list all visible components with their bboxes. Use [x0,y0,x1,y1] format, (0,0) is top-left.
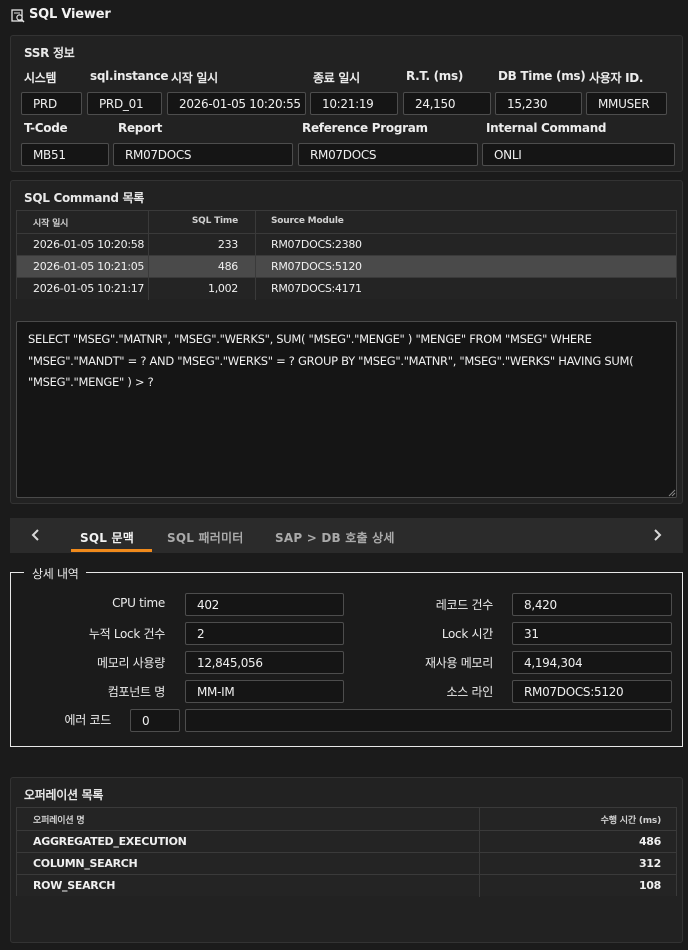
label-lock-count: 누적 Lock 건수 [88,627,165,641]
sql-text-area[interactable]: SELECT "MSEG"."MATNR", "MSEG"."WERKS", S… [16,321,677,498]
field-tcode[interactable]: MB51 [21,143,109,166]
field-reuse-memory[interactable]: 4,194,304 [512,651,672,674]
column-header-source-module[interactable]: Source Module [271,216,344,226]
field-system[interactable]: PRD [21,92,82,115]
label-end-time: 종료 일시 [313,71,360,85]
cell-operation-name: COLUMN_SEARCH [33,857,138,870]
title-bar: SQL Viewer [0,0,688,34]
field-error-message[interactable] [185,709,672,732]
label-db-time: DB Time (ms) [498,69,586,83]
field-lock-time[interactable]: 31 [512,622,672,645]
tab-sap-db-call-detail[interactable]: SAP > DB 호출 상세 [275,529,395,546]
label-source-line: 소스 라인 [446,685,494,699]
field-source-line[interactable]: RM07DOCS:5120 [512,680,672,703]
label-error-code: 에러 코드 [64,713,112,727]
cell-start-time: 2026-01-05 10:21:17 [33,282,145,295]
label-lock-time: Lock 시간 [441,627,493,641]
cell-operation-name: AGGREGATED_EXECUTION [33,835,187,848]
table-row[interactable]: 2026-01-05 10:21:17 1,002 RM07DOCS:4171 [17,277,676,300]
label-memory-usage: 메모리 사용량 [97,656,165,670]
label-record-count: 레코드 건수 [435,598,494,612]
column-header-elapsed-time[interactable]: 수행 시간 (ms) [479,813,662,826]
label-component-name: 컴포넌트 명 [107,685,166,699]
operations-title: 오퍼레이션 목록 [24,788,104,802]
field-error-code[interactable]: 0 [130,709,180,732]
field-lock-count[interactable]: 2 [185,622,344,645]
tab-bar: SQL 문맥 SQL 패러미터 SAP > DB 호출 상세 [10,518,683,553]
label-system: 시스템 [24,71,57,85]
tab-sql-parameter[interactable]: SQL 패러미터 [167,529,243,546]
field-sql-instance[interactable]: PRD_01 [87,92,162,115]
table-row[interactable]: COLUMN_SEARCH 312 [17,852,676,875]
table-row[interactable]: AGGREGATED_EXECUTION 486 [17,830,676,853]
table-row[interactable]: ROW_SEARCH 108 [17,874,676,897]
label-reference-program: Reference Program [302,121,428,135]
field-memory-usage[interactable]: 12,845,056 [185,651,344,674]
cell-operation-name: ROW_SEARCH [33,879,116,892]
chevron-left-icon[interactable] [31,528,41,542]
chevron-right-icon[interactable] [652,528,662,542]
cell-sql-time: 486 [217,260,238,273]
field-cpu-time[interactable]: 402 [185,593,344,616]
field-record-count[interactable]: 8,420 [512,593,672,616]
column-header-sql-time[interactable]: SQL Time [148,216,238,226]
ssr-title: SSR 정보 [24,46,75,60]
column-header-start[interactable]: 시작 일시 [33,216,68,229]
sql-command-title: SQL Command 목록 [24,191,145,205]
field-end-time[interactable]: 10:21:19 [310,92,398,115]
cell-start-time: 2026-01-05 10:20:58 [33,238,145,251]
cell-source-module: RM07DOCS:2380 [271,238,362,251]
operations-table: 오퍼레이션 명 수행 시간 (ms) AGGREGATED_EXECUTION 4… [16,807,677,897]
cell-start-time: 2026-01-05 10:21:05 [33,260,145,273]
field-start-time[interactable]: 2026-01-05 10:20:55 [167,92,306,115]
label-report: Report [118,121,163,135]
field-report[interactable]: RM07DOCS [113,143,293,166]
tab-sql-context[interactable]: SQL 문맥 [80,529,134,546]
cell-elapsed-time: 486 [638,835,661,848]
label-internal-command: Internal Command [486,121,607,135]
field-reference-program[interactable]: RM07DOCS [298,143,478,166]
cell-source-module: RM07DOCS:4171 [271,282,362,295]
label-cpu-time: CPU time [112,596,165,610]
cell-sql-time: 233 [217,238,238,251]
label-tcode: T-Code [24,121,68,135]
window-title: SQL Viewer [29,7,111,22]
field-internal-command[interactable]: ONLI [482,143,675,166]
field-user-id[interactable]: MMUSER [586,92,667,115]
cell-sql-time: 1,002 [208,282,238,295]
sql-search-icon [11,9,25,23]
sql-command-table: 시작 일시 SQL Time Source Module 2026-01-05 … [16,210,677,300]
active-tab-indicator [71,549,152,552]
field-response-time[interactable]: 24,150 [403,92,491,115]
detail-legend: 상세 내역 [24,565,87,582]
table-row[interactable]: 2026-01-05 10:20:58 233 RM07DOCS:2380 [17,233,676,256]
label-reuse-memory: 재사용 메모리 [425,656,493,670]
field-db-time[interactable]: 15,230 [495,92,582,115]
cell-source-module: RM07DOCS:5120 [271,260,362,273]
field-component-name[interactable]: MM-IM [185,680,344,703]
cell-elapsed-time: 312 [638,857,661,870]
cell-elapsed-time: 108 [638,879,661,892]
table-row[interactable]: 2026-01-05 10:21:05 486 RM07DOCS:5120 [17,255,676,278]
label-sql-instance: sql.instance [90,69,169,83]
resize-grip-icon[interactable] [668,489,676,497]
label-response-time: R.T. (ms) [406,69,464,83]
column-header-operation-name[interactable]: 오퍼레이션 명 [33,813,85,826]
label-user-id: 사용자 ID. [589,71,644,85]
label-start-time: 시작 일시 [171,71,218,85]
